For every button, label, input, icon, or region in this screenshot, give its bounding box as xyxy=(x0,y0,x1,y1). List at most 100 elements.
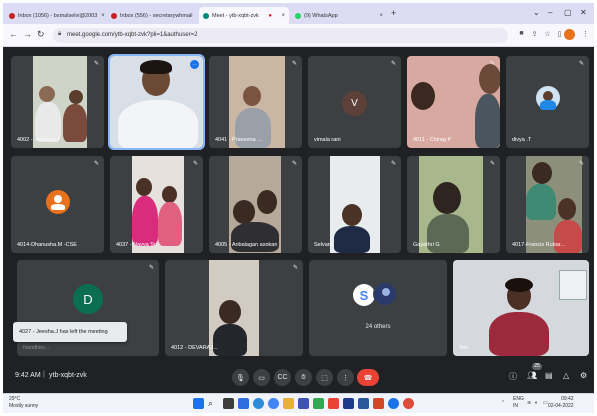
participant-tile-speaking[interactable]: ⋯ xyxy=(108,54,205,150)
url-text: meet.google.com/ytb-xqbt-zvk?pli=1&authu… xyxy=(67,32,198,38)
app-icon[interactable] xyxy=(313,398,324,409)
sidebar-icon[interactable]: ▯ xyxy=(555,30,564,39)
participant-tile[interactable]: ✎ 4017-Francis Rubar... xyxy=(506,156,589,253)
powerpoint-icon[interactable] xyxy=(373,398,384,409)
participant-tile[interactable]: ✎ 4011 - Chirag P xyxy=(407,56,500,148)
present-button[interactable]: ⬚ xyxy=(316,369,333,386)
camera-button[interactable]: ▭ xyxy=(253,369,270,386)
pin-icon[interactable]: ✎ xyxy=(391,160,396,167)
share-icon[interactable]: ⇪ xyxy=(530,30,539,39)
participant-tile[interactable]: ✎ Selvam xyxy=(308,156,401,253)
pin-icon[interactable]: ✎ xyxy=(94,60,99,67)
tab-gmail-2[interactable]: Inbox (556) - secretarywhmail × xyxy=(107,7,197,24)
leave-call-button[interactable]: ☎︎ xyxy=(357,369,379,386)
activities-icon[interactable]: △ xyxy=(563,371,569,380)
pin-icon[interactable]: ✎ xyxy=(292,160,297,167)
host-controls-icon[interactable]: ⚙︎ xyxy=(580,371,587,380)
tab-gmail-1[interactable]: Inbox (1056) - bsmalselvi@2003 × xyxy=(5,7,105,24)
participant-tile[interactable]: ✎ 4012 - DEVARAJ... xyxy=(165,260,303,356)
language-indicator[interactable]: ENG IN xyxy=(513,396,524,410)
others-tile[interactable]: S 24 others xyxy=(309,260,447,356)
avatar xyxy=(536,86,560,110)
info-icon[interactable]: ⓘ xyxy=(509,371,517,382)
chat-icon[interactable]: ▤ xyxy=(545,371,553,380)
pin-icon[interactable]: ✎ xyxy=(490,160,495,167)
file-explorer-icon[interactable] xyxy=(283,398,294,409)
app-icon[interactable] xyxy=(403,398,414,409)
pin-icon[interactable]: ✎ xyxy=(579,60,584,67)
recording-icon: ● xyxy=(268,12,272,19)
word-icon[interactable] xyxy=(358,398,369,409)
person-figure xyxy=(554,220,582,253)
pin-icon[interactable]: ✎ xyxy=(94,160,99,167)
participant-tile[interactable]: ✎ 4014-Dhanusha.M -CSE xyxy=(11,156,104,253)
wifi-icon[interactable]: ≋ xyxy=(527,400,531,406)
participant-tile[interactable]: ✎ 4041 - Praveena ... xyxy=(209,56,302,148)
hair xyxy=(140,60,172,74)
tab-label: (9) WhatsApp xyxy=(304,12,338,19)
back-icon[interactable]: ← xyxy=(9,29,18,39)
speaker-icon[interactable]: 🔈︎ xyxy=(535,400,538,406)
close-icon[interactable]: × xyxy=(192,13,197,19)
pin-icon[interactable]: ✎ xyxy=(579,160,584,167)
pin-icon[interactable]: ✎ xyxy=(391,60,396,67)
chevron-up-icon[interactable]: ⌃ xyxy=(501,400,505,406)
search-icon[interactable]: ⌕ xyxy=(208,398,219,409)
edge-icon[interactable] xyxy=(253,398,264,409)
participant-name: 4017-Francis Rubar... xyxy=(512,242,565,248)
person-figure xyxy=(558,198,576,220)
people-icon[interactable]: 👥︎ xyxy=(527,371,537,380)
close-window-button[interactable]: ✕ xyxy=(580,8,587,17)
widgets-icon[interactable] xyxy=(238,398,249,409)
close-icon[interactable]: × xyxy=(375,13,383,19)
captions-button[interactable]: CC xyxy=(274,369,291,386)
menu-icon[interactable]: ⋮ xyxy=(581,30,590,39)
close-icon[interactable]: × xyxy=(277,13,285,19)
minimize-button[interactable]: – xyxy=(548,8,552,17)
tab-whatsapp[interactable]: (9) WhatsApp × xyxy=(291,7,387,24)
chrome-icon[interactable] xyxy=(268,398,279,409)
new-tab-button[interactable]: + xyxy=(391,8,396,18)
maximize-button[interactable]: ▢ xyxy=(564,8,572,17)
person-figure xyxy=(219,300,241,324)
reload-icon[interactable]: ↻ xyxy=(37,29,45,40)
chevron-down-icon[interactable]: ⌄ xyxy=(533,8,540,17)
avatar: S xyxy=(353,284,375,306)
pin-icon[interactable]: ✎ xyxy=(293,264,298,271)
participant-tile[interactable]: ✎ divya .T xyxy=(506,56,589,148)
pin-icon[interactable]: ✎ xyxy=(193,160,198,167)
forward-icon[interactable]: → xyxy=(23,29,32,39)
weather-widget[interactable]: 29°C Mostly sunny xyxy=(9,396,38,410)
participant-tile[interactable]: V ✎ vimala rani xyxy=(308,56,401,148)
person-figure xyxy=(532,162,552,184)
self-view-tile[interactable]: You xyxy=(453,260,589,356)
participant-tile[interactable]: ✎ Gayathri G xyxy=(407,156,500,253)
close-icon[interactable]: × xyxy=(97,13,105,19)
pin-icon[interactable]: ✎ xyxy=(149,264,154,271)
address-bar[interactable]: 🔒︎ meet.google.com/ytb-xqbt-zvk?pli=1&au… xyxy=(53,28,508,43)
task-view-icon[interactable] xyxy=(223,398,234,409)
tab-meet[interactable]: Meet - ytb-xqbt-zvk ● × xyxy=(199,7,289,24)
app-icon[interactable] xyxy=(388,398,399,409)
lock-icon: 🔒︎ xyxy=(58,31,62,37)
raise-hand-button[interactable]: ✋︎ xyxy=(295,369,312,386)
person-figure xyxy=(136,178,152,196)
app-icon[interactable] xyxy=(328,398,339,409)
pin-icon[interactable]: ✎ xyxy=(292,60,297,67)
participant-name: Selvam xyxy=(314,242,333,248)
camera-icon[interactable]: ■ xyxy=(517,30,526,39)
avatar[interactable] xyxy=(564,29,575,40)
microphone-button[interactable]: 🎙︎ xyxy=(232,369,249,386)
participant-tile[interactable]: ✎ 4037 - Navya Sri xyxy=(110,156,203,253)
star-icon[interactable]: ☆ xyxy=(543,30,552,39)
system-clock[interactable]: 09:42 02-04-2022 xyxy=(548,396,574,410)
pin-icon[interactable]: ✎ xyxy=(490,60,495,67)
participant-tile[interactable]: ✎ 4002 - Jansana.J xyxy=(11,56,104,148)
participant-tile[interactable]: ✎ 4005 - Anbalagan asokan xyxy=(209,156,302,253)
app-icon[interactable] xyxy=(343,398,354,409)
more-options-button[interactable]: ⋮ xyxy=(337,369,354,386)
store-icon[interactable] xyxy=(298,398,309,409)
windows-start-icon[interactable] xyxy=(193,398,204,409)
hair xyxy=(505,278,533,292)
screen: Inbox (1056) - bsmalselvi@2003 × Inbox (… xyxy=(3,3,594,413)
